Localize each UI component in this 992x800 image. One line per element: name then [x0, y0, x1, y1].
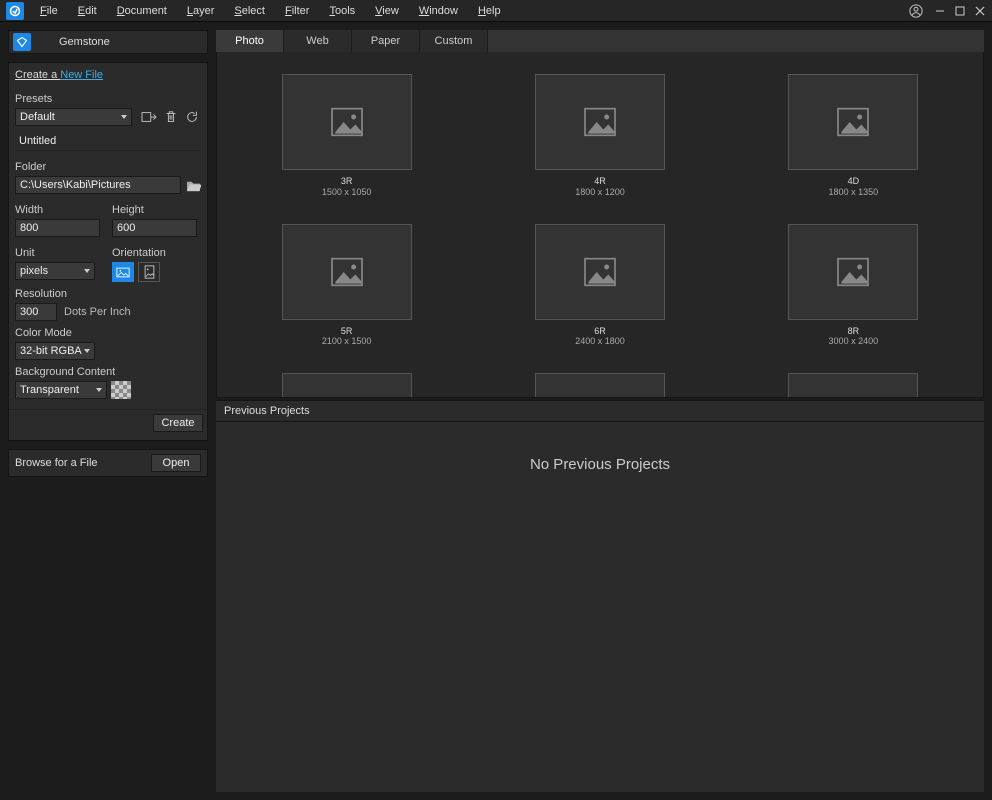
app-title-icon	[13, 33, 31, 51]
preset-name: 5R2100 x 1500	[322, 326, 372, 348]
unit-dropdown[interactable]: pixels	[15, 262, 95, 280]
app-title-panel: Gemstone	[8, 30, 208, 54]
previous-projects-empty: No Previous Projects	[216, 422, 984, 792]
filename-field[interactable]: Untitled	[15, 132, 201, 151]
menu-document[interactable]: Document	[107, 0, 177, 22]
preset-item: 11R4200 x 3300	[498, 373, 701, 397]
menu-bar: FileEditDocumentLayerSelectFilterToolsVi…	[0, 0, 992, 22]
browse-folder-icon[interactable]	[185, 176, 201, 194]
preset-name: 8R3000 x 2400	[829, 326, 879, 348]
preset-item: 4D1800 x 1350	[752, 74, 955, 198]
presets-dropdown[interactable]: Default	[15, 108, 132, 126]
resolution-input[interactable]	[15, 303, 57, 321]
save-preset-icon[interactable]	[140, 108, 158, 126]
preset-item: 12R4500 x 3600	[752, 373, 955, 397]
menu-filter[interactable]: Filter	[275, 0, 319, 22]
preset-item: 6R2400 x 1800	[498, 224, 701, 348]
preset-dimensions: 2400 x 1800	[575, 336, 625, 346]
height-input[interactable]	[112, 219, 197, 237]
preset-name: 3R1500 x 1050	[322, 176, 372, 198]
preset-thumbnail[interactable]	[282, 74, 412, 170]
tab-photo[interactable]: Photo	[216, 30, 284, 52]
folder-input[interactable]	[15, 176, 181, 194]
preset-dimensions: 2100 x 1500	[322, 336, 372, 346]
open-button[interactable]: Open	[151, 454, 201, 472]
preset-dimensions: 1800 x 1350	[829, 187, 879, 197]
menu-select[interactable]: Select	[224, 0, 275, 22]
menu-edit[interactable]: Edit	[68, 0, 107, 22]
preset-item: 3R1500 x 1050	[245, 74, 448, 198]
preset-grid-scroll[interactable]: 3R1500 x 1050 4R1800 x 1200 4D1800 x 1350 5…	[217, 52, 983, 397]
width-label: Width	[15, 204, 104, 216]
preset-name: 4R1800 x 1200	[575, 176, 625, 198]
window-maximize-button[interactable]	[950, 0, 970, 22]
app-icon	[6, 2, 24, 20]
presets-label: Presets	[15, 93, 201, 105]
preset-name: 4D1800 x 1350	[829, 176, 879, 198]
orientation-landscape-button[interactable]	[112, 262, 134, 282]
resolution-label: Resolution	[15, 288, 201, 300]
background-content-label: Background Content	[15, 366, 201, 378]
preset-item: 10R3600 x 3000	[245, 373, 448, 397]
preset-thumbnail[interactable]	[535, 224, 665, 320]
app-title: Gemstone	[59, 36, 110, 48]
browse-label: Browse for a File	[15, 457, 98, 469]
menu-layer[interactable]: Layer	[177, 0, 225, 22]
preset-dimensions: 1800 x 1200	[575, 187, 625, 197]
width-input[interactable]	[15, 219, 100, 237]
menu-file[interactable]: File	[30, 0, 68, 22]
preset-tabs: PhotoWebPaperCustom	[216, 30, 984, 52]
tab-paper[interactable]: Paper	[352, 30, 420, 52]
height-label: Height	[112, 204, 201, 216]
reset-presets-icon[interactable]	[183, 108, 201, 126]
preset-thumbnail[interactable]	[535, 373, 665, 397]
unit-label: Unit	[15, 247, 104, 259]
menu-help[interactable]: Help	[468, 0, 511, 22]
user-account-icon[interactable]	[902, 0, 930, 22]
tab-web[interactable]: Web	[284, 30, 352, 52]
preset-thumbnail[interactable]	[788, 373, 918, 397]
preset-grid-area: 3R1500 x 1050 4R1800 x 1200 4D1800 x 1350 5…	[216, 52, 984, 398]
preset-dimensions: 1500 x 1050	[322, 187, 372, 197]
preset-thumbnail[interactable]	[282, 224, 412, 320]
color-mode-dropdown[interactable]: 32-bit RGBA	[15, 342, 95, 360]
window-minimize-button[interactable]	[930, 0, 950, 22]
previous-projects-header: Previous Projects	[216, 400, 984, 422]
color-mode-label: Color Mode	[15, 327, 201, 339]
preset-item: 5R2100 x 1500	[245, 224, 448, 348]
dpi-label: Dots Per Inch	[64, 306, 131, 318]
preset-dimensions: 3000 x 2400	[829, 336, 879, 346]
browse-file-panel: Browse for a File Open	[8, 449, 208, 477]
menu-tools[interactable]: Tools	[319, 0, 365, 22]
preset-name: 6R2400 x 1800	[575, 326, 625, 348]
menu-view[interactable]: View	[365, 0, 409, 22]
preset-thumbnail[interactable]	[282, 373, 412, 397]
delete-preset-icon[interactable]	[162, 108, 180, 126]
transparency-swatch-icon	[111, 381, 131, 399]
orientation-label: Orientation	[112, 247, 201, 259]
preset-thumbnail[interactable]	[535, 74, 665, 170]
background-dropdown[interactable]: Transparent	[15, 381, 107, 399]
window-close-button[interactable]	[970, 0, 990, 22]
orientation-portrait-button[interactable]	[138, 262, 160, 282]
create-new-file-panel: Create a New File Presets Default Untitl…	[8, 62, 208, 441]
tab-custom[interactable]: Custom	[420, 30, 488, 52]
panel-heading: Create a New File	[15, 69, 201, 81]
preset-item: 8R3000 x 2400	[752, 224, 955, 348]
create-button[interactable]: Create	[153, 414, 203, 432]
preset-item: 4R1800 x 1200	[498, 74, 701, 198]
preset-thumbnail[interactable]	[788, 224, 918, 320]
menu-window[interactable]: Window	[409, 0, 468, 22]
folder-label: Folder	[15, 161, 201, 173]
preset-thumbnail[interactable]	[788, 74, 918, 170]
